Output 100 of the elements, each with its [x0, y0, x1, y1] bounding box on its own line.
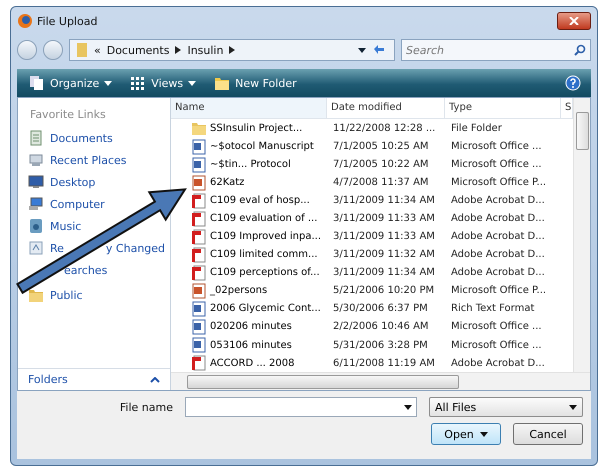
type-cell-text: Adobe Acrobat D... — [450, 231, 546, 242]
file-name[interactable]: C109 evaluation of ... — [191, 210, 327, 227]
scroll-thumb[interactable] — [187, 374, 459, 388]
open-button[interactable]: Open — [431, 423, 501, 445]
sidebar-link[interactable]: Public — [50, 288, 83, 302]
folder-icon — [76, 42, 88, 58]
caret-icon — [188, 80, 196, 86]
date-cell-text: 4/7/2008 11:37 AM — [332, 177, 430, 188]
folder-icon — [28, 287, 44, 303]
toolbar-button[interactable]: Organize — [27, 73, 114, 93]
document-icon — [191, 156, 207, 173]
file-name[interactable]: SSInsulin Project... — [191, 120, 327, 136]
type-cell-text: Microsoft Office ... — [450, 141, 543, 152]
scroll-thumb[interactable] — [576, 112, 588, 150]
file-type-dropdown[interactable]: All Files — [429, 397, 583, 417]
type-cell-text: Adobe Acrobat D... — [450, 267, 546, 278]
pdf-file-icon — [191, 264, 207, 281]
file-name[interactable]: ~$tin... Protocol — [191, 156, 327, 173]
caret-icon — [358, 48, 366, 52]
breadcrumb: « — [94, 44, 101, 56]
document-icon — [191, 300, 207, 317]
pdf-file-icon — [191, 210, 207, 227]
close-button[interactable] — [557, 12, 591, 30]
breadcrumb[interactable]: Insulin — [187, 44, 224, 56]
type-cell-text: Microsoft Office P... — [450, 177, 548, 188]
file-name[interactable]: _02persons — [191, 282, 327, 299]
caret-icon — [104, 80, 112, 86]
file-name[interactable]: 62Katz — [191, 174, 327, 191]
horizontal-scrollbar[interactable] — [171, 372, 590, 390]
chevron-icon[interactable] — [229, 46, 236, 54]
date-cell-text: 3/11/2009 11:33 AM — [332, 231, 436, 242]
section-heading: Favorite Links — [29, 107, 107, 123]
search-field[interactable]: Search — [401, 39, 591, 61]
date-cell-text: 5/21/2006 10:20 PM — [332, 285, 436, 296]
organize-icon — [29, 75, 45, 91]
date-cell-text: 7/1/2005 10:22 AM — [332, 159, 430, 170]
column-header[interactable]: Date modified — [327, 98, 445, 120]
music-icon — [28, 218, 44, 234]
sidebar-link[interactable]: Documents — [50, 132, 113, 144]
type-cell-text: File Folder — [450, 122, 503, 134]
chevron-up-icon — [150, 376, 160, 382]
pdf-file-icon — [191, 246, 207, 263]
file-name[interactable]: C109 Improved inpa... — [191, 228, 327, 245]
column-header[interactable]: Type — [445, 98, 561, 120]
back-button[interactable] — [17, 40, 37, 60]
sidebar-link[interactable]: Re — [50, 242, 64, 254]
caret-icon — [480, 432, 488, 436]
views-icon — [130, 75, 146, 91]
sidebar-link[interactable]: Desktop — [50, 176, 96, 188]
recent-places-icon — [28, 152, 44, 168]
toolbar-button[interactable]: Views — [128, 73, 198, 93]
caret-icon — [569, 404, 577, 410]
sidebar-link[interactable]: Recent Places — [50, 154, 126, 166]
pdf-file-icon — [191, 192, 207, 209]
file-name[interactable]: ~$otocol Manuscript — [191, 138, 327, 155]
file-name[interactable]: C109 eval of hosp... — [191, 192, 327, 209]
file-name[interactable]: 053106 minutes — [191, 337, 327, 354]
date-cell-text: 6/11/2008 11:19 AM — [332, 358, 436, 369]
pdf-file-icon — [191, 228, 207, 245]
cancel-button[interactable]: Cancel — [513, 423, 583, 445]
file-name[interactable]: C109 limited comm... — [191, 246, 327, 263]
type-cell-text: Adobe Acrobat D... — [450, 249, 546, 260]
file-name[interactable]: 2006 Glycemic Cont... — [191, 300, 327, 317]
file-name-field[interactable] — [185, 397, 417, 417]
forward-button[interactable] — [43, 40, 63, 60]
type-cell-text: Microsoft Office P... — [450, 285, 548, 296]
document-icon — [28, 130, 44, 146]
new-folder-icon — [214, 75, 230, 91]
file-name[interactable]: C109 perceptions of... — [191, 264, 327, 281]
chevron-icon[interactable] — [175, 46, 182, 54]
document-icon — [191, 337, 207, 354]
slides-file-icon — [191, 174, 207, 191]
pdf-file-icon — [191, 355, 207, 372]
window-title: File Upload — [37, 14, 98, 28]
file-name[interactable]: 020206 minutes — [191, 318, 327, 335]
date-cell-text: 3/11/2009 11:32 AM — [332, 249, 436, 260]
address-bar[interactable]: « Documents Insulin — [69, 39, 395, 61]
sidebar-link[interactable]: Computer — [50, 198, 105, 210]
date-cell-text: 2/2/2006 10:46 AM — [332, 321, 430, 332]
sidebar-link[interactable]: y Changed — [106, 242, 166, 254]
close-icon — [569, 17, 579, 25]
search-icon[interactable] — [574, 44, 586, 56]
date-cell-text: 3/11/2009 11:34 AM — [332, 195, 436, 206]
date-cell-text: 5/30/2006 6:37 PM — [332, 303, 429, 314]
folder-icon — [191, 120, 207, 136]
monitor-icon — [28, 174, 44, 190]
breadcrumb[interactable]: Documents — [106, 44, 170, 56]
vertical-scrollbar[interactable] — [573, 98, 590, 372]
sidebar-link[interactable]: Music — [50, 220, 82, 232]
file-name[interactable]: ACCORD ... 2008 — [191, 355, 327, 372]
help-icon[interactable] — [565, 75, 581, 91]
type-cell-text: Rich Text Format — [450, 303, 536, 314]
column-header[interactable]: Si — [561, 98, 573, 120]
type-cell-text: Adobe Acrobat D... — [450, 213, 546, 224]
field-label: File name — [120, 400, 173, 414]
date-cell-text: 5/31/2006 3:28 PM — [332, 340, 429, 351]
caret-icon — [404, 404, 412, 410]
column-header[interactable]: Name — [171, 98, 327, 120]
toolbar-button[interactable]: New Folder — [212, 73, 299, 93]
sidebar-link[interactable]: earches — [64, 264, 108, 276]
